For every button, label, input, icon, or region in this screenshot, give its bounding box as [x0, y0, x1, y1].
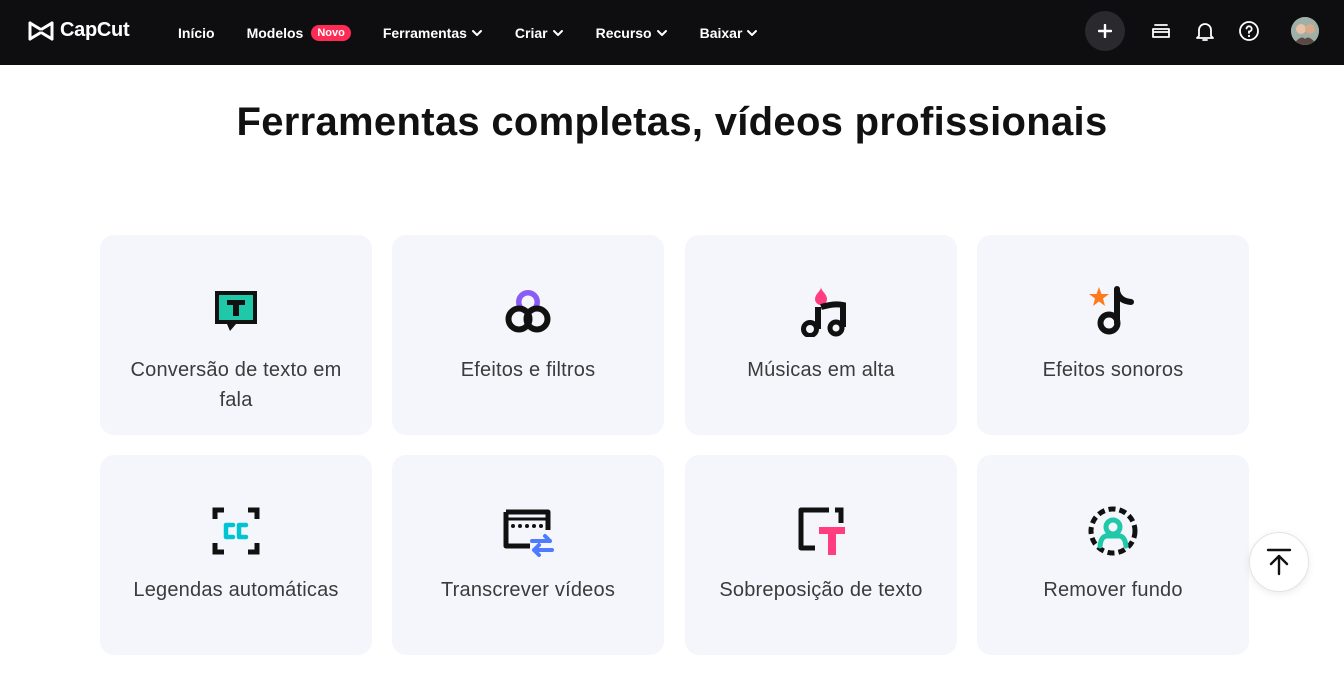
capcut-logo-icon — [28, 21, 54, 40]
nav-item-baixar[interactable]: Baixar — [700, 25, 759, 41]
layers-icon[interactable] — [1149, 19, 1173, 43]
transcribe-icon — [503, 509, 554, 557]
tool-card-transcribe[interactable]: Transcrever vídeos — [392, 455, 664, 655]
tool-card-label: Efeitos e filtros — [460, 359, 596, 381]
chevron-down-icon — [747, 29, 758, 36]
tool-card-label: Transcrever vídeos — [440, 579, 616, 601]
nav-item-ferramentas[interactable]: Ferramentas — [383, 25, 483, 41]
remove-background-icon — [1088, 506, 1138, 556]
nav-item-label: Baixar — [699, 24, 743, 41]
nav-item-criar[interactable]: Criar — [515, 25, 564, 41]
sound-effects-icon — [1089, 286, 1134, 335]
logo-text: CapCut — [60, 19, 130, 41]
create-button[interactable] — [1085, 11, 1125, 51]
nav-item-label: Ferramentas — [382, 24, 467, 41]
tool-card-label: Conversão de texto em fala — [130, 359, 342, 411]
nav-item-inicio[interactable]: Início — [178, 25, 215, 41]
new-badge: Novo — [311, 24, 351, 41]
avatar[interactable] — [1291, 17, 1319, 45]
tool-card-remove-background[interactable]: Remover fundo — [977, 455, 1249, 655]
nav-item-label: Início — [178, 24, 215, 41]
nav-item-label: Recurso — [595, 24, 652, 41]
chevron-down-icon — [552, 29, 563, 36]
text-to-speech-icon — [215, 291, 257, 331]
arrow-up-to-top-icon — [1266, 548, 1292, 576]
tool-card-label: Sobreposição de texto — [719, 579, 923, 601]
text-overlay-icon — [798, 507, 845, 555]
tool-card-text-to-speech[interactable]: Conversão de texto em fala — [100, 235, 372, 435]
help-icon[interactable] — [1237, 19, 1261, 43]
chevron-down-icon — [471, 29, 482, 36]
main-nav: Início Modelos Novo Ferramentas Criar Re… — [178, 0, 758, 65]
nav-item-modelos[interactable]: Modelos Novo — [246, 24, 351, 41]
tool-card-label: Remover fundo — [1043, 579, 1183, 601]
nav-item-label: Criar — [514, 24, 548, 41]
avatar-photo — [1291, 17, 1319, 45]
effects-filters-icon — [505, 290, 551, 333]
nav-item-label: Modelos — [246, 24, 304, 41]
tool-card-auto-captions[interactable]: Legendas automáticas — [100, 455, 372, 655]
tool-card-label: Músicas em alta — [747, 359, 895, 381]
tool-card-sound-effects[interactable]: Efeitos sonoros — [977, 235, 1249, 435]
auto-captions-icon — [212, 507, 260, 555]
chevron-down-icon — [656, 29, 667, 36]
capcut-logo[interactable]: CapCut — [28, 19, 130, 42]
page-title: Ferramentas completas, vídeos profission… — [236, 100, 1108, 144]
tool-card-label: Efeitos sonoros — [1042, 359, 1184, 381]
tool-card-label: Legendas automáticas — [133, 579, 339, 601]
scroll-to-top-button[interactable] — [1249, 532, 1309, 592]
tool-card-effects-filters[interactable]: Efeitos e filtros — [392, 235, 664, 435]
tool-card-trending-music[interactable]: Músicas em alta — [685, 235, 957, 435]
bell-icon[interactable] — [1193, 19, 1217, 43]
tool-card-text-overlay[interactable]: Sobreposição de texto — [685, 455, 957, 655]
nav-item-recurso[interactable]: Recurso — [596, 25, 668, 41]
plus-icon — [1098, 24, 1112, 38]
trending-music-icon — [801, 287, 846, 337]
top-navigation-bar: CapCut Início Modelos Novo Ferramentas C… — [0, 0, 1344, 65]
